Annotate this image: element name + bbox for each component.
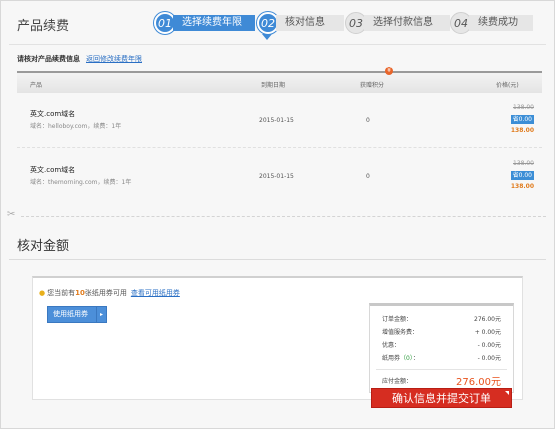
discount-label: 优惠： [382, 342, 401, 349]
title-divider [9, 44, 546, 45]
step-2-label: 核对信息 [276, 15, 344, 31]
current-step-pointer [262, 34, 272, 40]
coupon-label-text: 纸用券 [382, 355, 401, 362]
chevron-right-icon: ▸ [96, 307, 106, 322]
amount-heading: 核对金额 [17, 239, 70, 254]
original-price: 138.00 [513, 160, 534, 167]
step-1: 01 选择续费年限 [154, 12, 255, 34]
col-points: 获赠积分 [360, 82, 385, 89]
table-row: 英文.com域名 域名：helloboy.com，续费：1年 2015-01-1… [17, 93, 542, 148]
total-label: 应付金额： [382, 378, 413, 385]
lightbulb-icon: ● [39, 289, 46, 297]
scissors-icon: ✂ [7, 209, 16, 220]
col-expire: 到期日期 [261, 82, 286, 89]
cut-line [21, 216, 546, 217]
use-coupon-button[interactable]: 使用纸用券 ▸ [47, 306, 107, 323]
original-price: 138.00 [513, 104, 534, 111]
total-value: 276.00元 [456, 377, 501, 388]
savings-badge: 省0.00 [510, 115, 534, 124]
savings-badge: 省0.00 [510, 171, 534, 180]
order-summary: 订单金额： 276.00元 增值服务费： + 0.00元 优惠： - 0.00元… [369, 303, 514, 393]
expire-date: 2015-01-15 [259, 173, 294, 180]
col-product: 产品 [30, 82, 43, 89]
coupon-label: 纸用券（0）： [382, 353, 419, 362]
final-price: 138.00 [510, 127, 534, 134]
back-modify-link[interactable]: 返回修改续费年限 [86, 55, 142, 63]
expire-date: 2015-01-15 [259, 117, 294, 124]
step-progress: 01 选择续费年限 02 核对信息 03 选择付款信息 04 续费成功 [154, 12, 539, 40]
product-section-heading: 请核对产品续费信息 返回修改续费年限 [17, 54, 542, 64]
points-value: 0 [366, 173, 370, 180]
step-2: 02 核对信息 [257, 12, 344, 34]
view-coupons-link[interactable]: 查看可用纸用券 [131, 289, 180, 297]
tip-prefix: 您当前有 [47, 289, 76, 297]
summary-divider [376, 369, 507, 370]
use-coupon-label: 使用纸用券 [53, 310, 88, 318]
tip-suffix: 张纸用券可用 [84, 289, 127, 297]
product-detail: 域名：helloboy.com，续费：1年 [30, 123, 122, 130]
page-title: 产品续费 [17, 19, 70, 34]
discount-value: - 0.00元 [477, 342, 501, 349]
col-price: 价格(元) [496, 82, 519, 89]
amount-divider [9, 259, 546, 260]
product-heading-text: 请核对产品续费信息 [17, 55, 80, 63]
page-frame: 产品续费 01 选择续费年限 02 核对信息 03 选择付款信息 04 续费成功… [0, 0, 555, 429]
product-section: 请核对产品续费信息 返回修改续费年限 产品 到期日期 获赠积分 ¥ 价格(元) 英… [17, 54, 542, 190]
step-1-label: 选择续费年限 [173, 15, 255, 31]
step-3-label: 选择付款信息 [364, 15, 450, 31]
table-row: 英文.com域名 域名：themorning.com，续费：1年 2015-01… [17, 149, 542, 204]
points-coin-icon: ¥ [385, 67, 393, 75]
order-amount-value: 276.00元 [474, 316, 501, 323]
coupon-used-count: （0） [400, 355, 413, 362]
product-name: 英文.com域名 [30, 166, 76, 174]
points-value: 0 [366, 117, 370, 124]
step-4: 04 续费成功 [450, 12, 533, 34]
product-detail: 域名：themorning.com，续费：1年 [30, 179, 132, 186]
order-amount-label: 订单金额： [382, 316, 413, 323]
step-3: 03 选择付款信息 [345, 12, 450, 34]
step-4-label: 续费成功 [469, 15, 533, 31]
service-fee-value: + 0.00元 [474, 329, 501, 336]
coupon-count: 10 [75, 289, 85, 297]
coupon-tip: ● 您当前有10张纸用券可用 查看可用纸用券 [39, 288, 180, 298]
final-price: 138.00 [510, 183, 534, 190]
coupon-label-colon: ： [412, 355, 419, 362]
table-header: 产品 到期日期 获赠积分 ¥ 价格(元) [17, 67, 542, 93]
service-fee-label: 增值服务费： [382, 329, 419, 336]
product-name: 英文.com域名 [30, 110, 76, 118]
submit-order-button[interactable]: 确认信息并提交订单 [371, 388, 512, 408]
coupon-value: - 0.00元 [477, 355, 501, 362]
